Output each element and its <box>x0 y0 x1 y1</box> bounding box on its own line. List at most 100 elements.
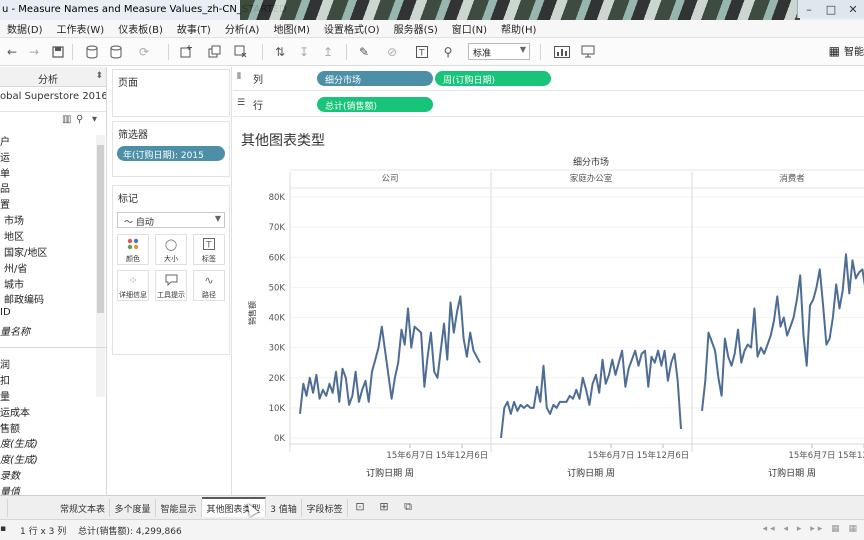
label-button[interactable]: T 标签 <box>193 234 225 265</box>
refresh-icon[interactable]: ⟳ <box>136 43 152 60</box>
field-postal-code[interactable]: 邮政编码 <box>4 291 44 306</box>
maximize-icon[interactable]: □ <box>820 0 842 18</box>
field-profit[interactable]: 润 <box>0 356 10 371</box>
datasource-name[interactable]: obal Superstore 2016 <box>0 91 106 102</box>
field-measure-values[interactable]: 量值 <box>0 483 20 495</box>
tooltip-label: 工具提示 <box>157 291 185 299</box>
field-shipping-cost[interactable]: 运成本 <box>0 404 30 419</box>
x-tick-label: 15年6月7日 <box>788 450 835 461</box>
highlight-icon[interactable]: ✎ <box>356 43 372 60</box>
field-order[interactable]: 单 <box>0 165 10 180</box>
tab-field-labels[interactable]: 字段标签 <box>302 499 348 517</box>
path-button[interactable]: ∿ 路径 <box>193 270 225 301</box>
search-icon[interactable]: ⚲ <box>76 114 83 125</box>
field-city[interactable]: 城市 <box>4 276 24 291</box>
menu-dashboard[interactable]: 仪表板(B) <box>111 21 170 36</box>
tab-partial[interactable] <box>0 499 8 517</box>
pause-updates-icon[interactable] <box>108 43 124 60</box>
new-dashboard-icon[interactable]: ⊞ <box>376 500 392 516</box>
field-shipping[interactable]: 运 <box>0 149 10 164</box>
swap-icon[interactable]: ⇅ <box>272 43 288 60</box>
group-icon[interactable]: ⊘ <box>384 43 400 60</box>
sort-descending-icon[interactable]: ↥ <box>320 43 336 60</box>
field-customer[interactable]: 户 <box>0 133 10 148</box>
field-product[interactable]: 品 <box>0 180 10 195</box>
new-worksheet-icon[interactable]: ⊡ <box>352 500 368 516</box>
clear-sheet-icon[interactable] <box>232 43 248 60</box>
show-labels-icon[interactable]: T <box>414 43 430 60</box>
pill-sum-sales[interactable]: 总计(销售额) <box>317 97 433 112</box>
forward-icon[interactable]: → <box>26 43 42 60</box>
field-id[interactable]: ID <box>0 307 11 318</box>
menu-window[interactable]: 窗口(N) <box>445 21 494 36</box>
menu-worksheet[interactable]: 工作表(W) <box>50 21 112 36</box>
mark-type-select[interactable]: 〜 自动 ▼ <box>117 212 225 228</box>
show-me-button[interactable]: ▦ 智能 <box>829 43 864 59</box>
x-tick-label: 15年12月6日 <box>637 450 690 461</box>
data-pane-scrollbar[interactable] <box>96 135 105 397</box>
y-tick-label: 40K <box>269 314 286 324</box>
menu-analysis[interactable]: 分析(A) <box>218 21 267 36</box>
menu-map[interactable]: 地图(M) <box>266 21 316 36</box>
panel-header: 公司 <box>381 174 398 184</box>
sheet-navigation[interactable]: ◂◂ ◂ ▸ ▸▸ ▦ ▦ <box>763 524 860 534</box>
save-icon[interactable] <box>50 43 66 60</box>
status-dims: 1 行 x 3 列 <box>20 527 67 537</box>
new-sheet-icon[interactable] <box>178 43 194 60</box>
field-location[interactable]: 置 <box>0 196 10 211</box>
new-story-icon[interactable]: ⧉ <box>400 500 416 516</box>
back-icon[interactable]: ← <box>4 43 20 60</box>
chart-icon[interactable] <box>550 43 574 60</box>
pages-card[interactable]: 页面 <box>112 69 230 117</box>
menu-server[interactable]: 服务器(S) <box>387 21 445 36</box>
measures-divider <box>0 347 106 348</box>
chevron-down-icon[interactable]: ▾ <box>92 114 97 125</box>
fit-select[interactable]: 标准 ▼ <box>468 43 530 60</box>
field-sales[interactable]: 售额 <box>0 420 20 435</box>
field-latitude[interactable]: 度(生成) <box>0 435 38 450</box>
analytics-tab[interactable]: 分析 ⬍ <box>0 67 106 87</box>
field-market[interactable]: 市场 <box>4 212 24 227</box>
field-longitude[interactable]: 度(生成) <box>0 451 38 466</box>
sort-ascending-icon[interactable]: ↧ <box>296 43 312 60</box>
pin-icon[interactable]: ⚲ <box>440 43 456 60</box>
series-line <box>500 349 682 439</box>
color-icon <box>118 238 148 254</box>
tab-other-chart-types[interactable]: 其他图表类型 <box>202 497 266 517</box>
menu-format[interactable]: 设置格式(O) <box>317 21 387 36</box>
columns-shelf[interactable]: ⦀ 列 细分市场 周(订购日期) <box>233 67 864 91</box>
pill-week-order-date[interactable]: 周(订购日期) <box>435 71 551 86</box>
menu-help[interactable]: 帮助(H) <box>494 21 543 36</box>
field-state[interactable]: 州/省 <box>4 260 27 275</box>
expand-icon[interactable]: ⬍ <box>95 71 103 81</box>
tab-text-table[interactable]: 常规文本表 <box>56 499 110 517</box>
color-button[interactable]: 颜色 <box>117 234 149 265</box>
field-measure-names[interactable]: 量名称 <box>0 323 30 338</box>
pill-segment[interactable]: 细分市场 <box>317 71 433 86</box>
field-discount[interactable]: 扣 <box>0 372 10 387</box>
field-quantity[interactable]: 量 <box>0 388 10 403</box>
rows-label: 行 <box>253 101 263 112</box>
tooltip-button[interactable]: 工具提示 <box>155 270 187 301</box>
field-region[interactable]: 地区 <box>4 228 24 243</box>
minimize-icon[interactable]: – <box>798 0 820 18</box>
duplicate-sheet-icon[interactable] <box>206 43 222 60</box>
field-record-count[interactable]: 录数 <box>0 467 20 482</box>
rows-shelf[interactable]: ☰ 行 总计(销售额) <box>233 93 864 117</box>
tab-dual-axis[interactable]: 3 值轴 <box>266 499 302 517</box>
tab-show-me[interactable]: 智能显示 <box>156 499 202 517</box>
data-pane: 分析 ⬍ obal Superstore 2016 ▥ ⚲ ▾ 户 运 单 品 … <box>0 67 107 495</box>
scrollbar-thumb[interactable] <box>97 145 104 313</box>
menu-story[interactable]: 故事(T) <box>170 21 218 36</box>
menu-data[interactable]: 数据(D) <box>0 21 50 36</box>
tab-multiple-measures[interactable]: 多个度量 <box>110 499 156 517</box>
filter-pill-year[interactable]: 年(订购日期): 2015 <box>117 146 225 161</box>
new-datasource-icon[interactable] <box>84 43 100 60</box>
close-icon[interactable]: ✕ <box>842 0 864 18</box>
detail-button[interactable]: ⁘ 详细信息 <box>117 270 149 301</box>
presentation-icon[interactable] <box>580 43 596 60</box>
view-toggle-icon[interactable]: ▥ <box>62 114 71 125</box>
size-button[interactable]: ◯ 大小 <box>155 234 187 265</box>
field-country[interactable]: 国家/地区 <box>4 244 47 259</box>
filters-card[interactable]: 筛选器 年(订购日期): 2015 <box>112 121 230 177</box>
